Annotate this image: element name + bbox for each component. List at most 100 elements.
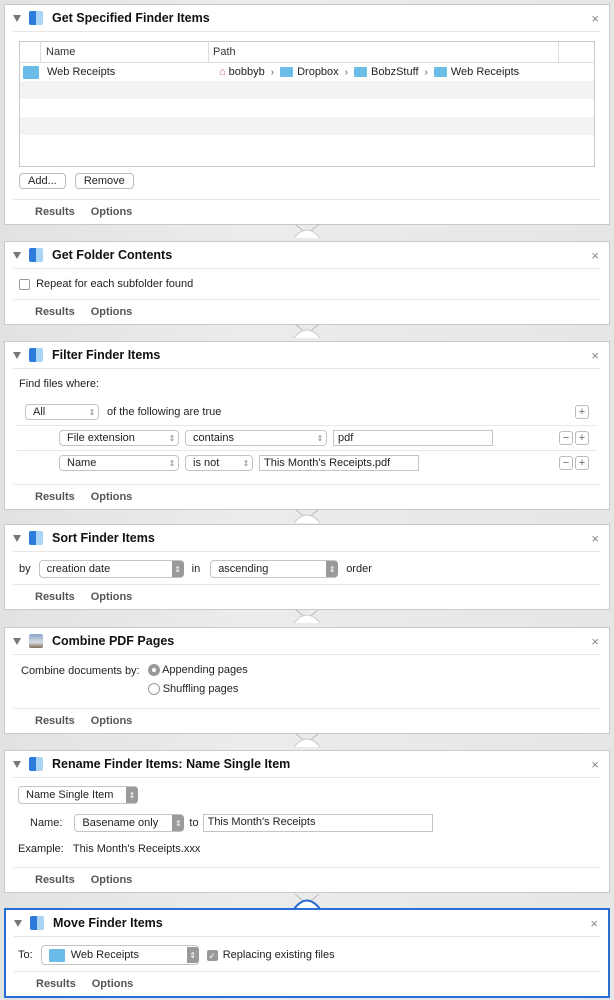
close-icon[interactable]: ×: [591, 757, 599, 772]
close-icon[interactable]: ×: [591, 348, 599, 363]
connector: [293, 894, 321, 908]
column-header-name[interactable]: Name: [41, 42, 209, 62]
action-header[interactable]: Rename Finder Items: Name Single Item ×: [13, 751, 601, 778]
remove-rule-button[interactable]: −: [559, 431, 573, 445]
options-tab[interactable]: Options: [91, 591, 133, 603]
action-get-specified-finder-items[interactable]: Get Specified Finder Items × Name Path W…: [4, 4, 610, 225]
disclosure-triangle-icon[interactable]: [13, 637, 21, 645]
action-sort-finder-items[interactable]: Sort Finder Items × by creation date ⇕ in…: [4, 524, 610, 610]
new-name-field[interactable]: This Month's Receipts: [202, 814, 433, 832]
disclosure-triangle-icon[interactable]: [14, 919, 22, 927]
shuffling-pages-radio[interactable]: [147, 683, 160, 696]
close-icon[interactable]: ×: [590, 916, 598, 931]
action-title: Move Finder Items: [53, 916, 163, 930]
disclosure-triangle-icon[interactable]: [13, 14, 21, 22]
rule-value-field[interactable]: This Month's Receipts.pdf: [259, 455, 419, 471]
options-tab[interactable]: Options: [91, 206, 133, 218]
action-filter-finder-items[interactable]: Filter Finder Items × Find files where: …: [4, 341, 610, 510]
close-icon[interactable]: ×: [591, 11, 599, 26]
sort-by-popup[interactable]: creation date ⇕: [38, 560, 184, 578]
results-tab[interactable]: Results: [35, 491, 75, 503]
options-tab[interactable]: Options: [91, 715, 133, 727]
action-title: Filter Finder Items: [52, 348, 161, 362]
options-tab[interactable]: Options: [92, 978, 134, 990]
add-rule-button[interactable]: +: [575, 405, 589, 419]
disclosure-triangle-icon[interactable]: [13, 251, 21, 259]
disclosure-triangle-icon[interactable]: [13, 760, 21, 768]
options-tab[interactable]: Options: [91, 874, 133, 886]
options-tab[interactable]: Options: [91, 306, 133, 318]
action-header[interactable]: Sort Finder Items ×: [13, 525, 601, 552]
action-header[interactable]: Filter Finder Items ×: [13, 342, 601, 369]
replace-existing-label: Replacing existing files: [222, 949, 335, 961]
finder-icon: [29, 531, 43, 545]
rule-value-field[interactable]: pdf: [333, 430, 493, 446]
action-move-finder-items[interactable]: Move Finder Items × To: Web Receipts ⇕ ✓ …: [4, 908, 610, 998]
shuffling-pages-label: Shuffling pages: [162, 683, 239, 695]
finder-icon: [29, 348, 43, 362]
repeat-subfolder-checkbox[interactable]: [19, 278, 30, 290]
action-header[interactable]: Get Folder Contents ×: [13, 242, 601, 269]
add-button[interactable]: Add...: [19, 173, 66, 189]
rule-field-popup[interactable]: Name ⇕: [59, 455, 179, 471]
action-rename-finder-items[interactable]: Rename Finder Items: Name Single Item × …: [4, 750, 610, 893]
by-label: by: [19, 563, 31, 575]
results-tab[interactable]: Results: [35, 306, 75, 318]
updown-icon: ⇕: [242, 458, 250, 468]
results-tab[interactable]: Results: [35, 591, 75, 603]
rule-field-popup[interactable]: File extension ⇕: [59, 430, 179, 446]
action-title: Rename Finder Items: Name Single Item: [52, 757, 291, 771]
disclosure-triangle-icon[interactable]: [13, 351, 21, 359]
close-icon[interactable]: ×: [591, 248, 599, 263]
finder-icon: [29, 11, 43, 25]
preview-icon: [29, 634, 43, 648]
sort-order-popup[interactable]: ascending ⇕: [210, 560, 339, 578]
column-header-path[interactable]: Path: [209, 42, 559, 62]
results-tab[interactable]: Results: [35, 874, 75, 886]
appending-pages-radio[interactable]: [147, 664, 160, 677]
action-header[interactable]: Combine PDF Pages ×: [13, 628, 601, 655]
table-row[interactable]: Web Receipts ⌂ bobbyb › Dropbox › BobzSt…: [20, 63, 594, 81]
action-get-folder-contents[interactable]: Get Folder Contents × Repeat for each su…: [4, 241, 610, 325]
updown-icon: ⇕: [126, 787, 138, 803]
action-header[interactable]: Get Specified Finder Items ×: [13, 5, 601, 32]
connector: [293, 733, 321, 747]
options-tab[interactable]: Options: [91, 491, 133, 503]
chevron-right-icon: ›: [270, 66, 275, 78]
action-combine-pdf-pages[interactable]: Combine PDF Pages × Combine documents by…: [4, 627, 610, 734]
rule-operator-popup[interactable]: is not ⇕: [185, 455, 253, 471]
rename-mode-popup[interactable]: Name Single Item ⇕: [18, 786, 138, 804]
repeat-subfolder-label: Repeat for each subfolder found: [36, 278, 194, 290]
path-segment: Dropbox: [297, 66, 339, 78]
connector: [293, 224, 321, 238]
disclosure-triangle-icon[interactable]: [13, 534, 21, 542]
chevron-right-icon: ›: [344, 66, 349, 78]
results-tab[interactable]: Results: [35, 206, 75, 218]
updown-icon: ⇕: [88, 407, 96, 417]
finder-icon: [30, 916, 44, 930]
action-footer: Results Options: [13, 867, 601, 892]
replace-existing-checkbox[interactable]: ✓: [206, 949, 218, 961]
remove-rule-button[interactable]: −: [559, 456, 573, 470]
remove-button[interactable]: Remove: [74, 173, 134, 189]
rule-operator-popup[interactable]: contains ⇕: [185, 430, 327, 446]
add-rule-button[interactable]: +: [575, 456, 589, 470]
connector: [293, 324, 321, 338]
match-popup[interactable]: All ⇕: [25, 404, 99, 420]
in-label: in: [191, 563, 201, 575]
close-icon[interactable]: ×: [591, 634, 599, 649]
results-tab[interactable]: Results: [35, 715, 75, 727]
add-rule-button[interactable]: +: [575, 431, 589, 445]
items-table[interactable]: Name Path Web Receipts ⌂ bobbyb › Dropbo…: [19, 41, 595, 167]
finder-icon: [29, 248, 43, 262]
name-format-popup[interactable]: Basename only ⇕: [74, 814, 185, 832]
action-header[interactable]: Move Finder Items ×: [14, 910, 600, 937]
dropbox-folder-icon: [280, 67, 294, 77]
action-title: Get Specified Finder Items: [52, 11, 210, 25]
row-path: ⌂ bobbyb › Dropbox › BobzStuff › Web Rec…: [219, 66, 519, 78]
close-icon[interactable]: ×: [591, 531, 599, 546]
results-tab[interactable]: Results: [36, 978, 76, 990]
rule-row: File extension ⇕ contains ⇕ pdf − +: [17, 425, 597, 450]
destination-popup[interactable]: Web Receipts ⇕: [40, 945, 199, 965]
table-body: Web Receipts ⌂ bobbyb › Dropbox › BobzSt…: [20, 63, 594, 153]
